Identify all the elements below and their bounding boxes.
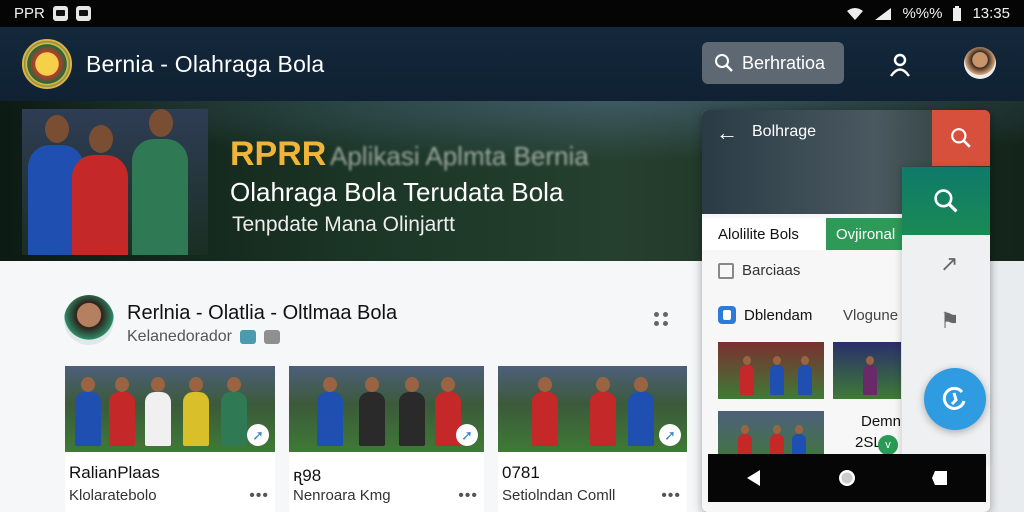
card-image: ➚ [498,366,687,452]
nav-recent-icon[interactable] [931,469,949,487]
hero-title: Olahraga Bola Terudata Bola [230,177,564,207]
app-bar: Bernia - Olahraga Bola Berhratioa [0,27,1024,101]
status-bar: PPR %%% 13:35 [0,0,1024,27]
app-logo [22,39,72,89]
hero-subtitle: Tenpdate Mana Olinjartt [232,213,455,236]
author-title[interactable]: Rerlnia - Olatlia - Oltlmaa Bola [127,302,397,325]
panel-title: Bolhrage [752,123,817,140]
card-title: 0781 [502,463,540,482]
bookmark-icon[interactable]: ⚑ [940,308,960,334]
video-icon [718,306,736,324]
panel-item-label: Dblendam [744,306,813,324]
tag-icon [239,330,256,344]
card-more-icon[interactable]: ••• [249,487,269,505]
share-icon[interactable]: ➚ [659,424,681,446]
card-image: ➚ [65,366,275,452]
battery-icon [953,5,962,21]
status-time: 13:35 [972,5,1010,22]
panel-search-button[interactable] [932,110,990,166]
more-icon[interactable] [654,312,670,328]
hero-tagline: Aplikasi Aplmta Bernia [330,141,589,171]
panel-item-side: Vlogune [843,307,899,324]
card-subtitle: Klolaratebolo [69,487,157,504]
card-more-icon[interactable]: ••• [458,487,478,505]
author-subtitle: Kelanedorador [127,328,232,345]
trend-icon[interactable]: ↗ [940,251,958,277]
tab-ovjironal[interactable]: Ovjironal [826,218,902,250]
card-title: RalianPlaas [69,463,160,482]
video-thumbnail[interactable] [833,342,901,399]
share-icon[interactable]: ➚ [247,424,269,446]
author-avatar[interactable] [64,295,114,345]
panel-item-dblendam[interactable]: Dblendam [718,306,812,324]
card-title: ꭆ98 [293,466,322,485]
card-subtitle: Nenroara Kmg [293,487,391,504]
refresh-icon [942,386,966,410]
app-title: Bernia - Olahraga Bola [86,50,325,77]
nav-back-icon[interactable] [745,469,763,487]
share-icon[interactable]: ➚ [456,424,478,446]
panel-tabs: Alolilite Bols Ovjironal [702,218,902,250]
author-meta: Kelanedorador [127,328,280,346]
notification-icon-2 [75,6,91,21]
video-thumbnail[interactable] [718,342,824,399]
user-avatar[interactable] [964,47,996,79]
panel-item-label: Barciaas [742,262,801,279]
rail-search-button[interactable] [902,167,990,235]
wifi-icon [847,7,864,20]
news-card[interactable]: ➚ RalianPlaas Klolaratebolo ••• [65,366,275,512]
system-nav-bar [708,454,986,502]
signal-icon [875,7,892,20]
news-card[interactable]: ➚ 0781 Setiolndan Comll ••• [498,366,687,512]
search-icon [715,54,733,72]
hero-brand: RPRR [230,135,327,173]
card-subtitle: Setiolndan Comll [502,487,616,504]
status-left-text: PPR [14,5,45,22]
tab-alolilite[interactable]: Alolilite Bols [702,218,826,250]
news-card[interactable]: ➚ ꭆ98 Nenroara Kmg ••• [289,366,484,512]
search-button[interactable]: Berhratioa [702,42,844,84]
tag-icon-2 [263,330,280,344]
panel-item-barciaas[interactable]: Barciaas [718,262,800,279]
card-more-icon[interactable]: ••• [661,487,681,505]
search-label: Berhratioa [742,52,826,73]
hero-players-image [22,109,208,255]
notification-icon [52,6,68,21]
badge-icon: v [878,435,898,455]
status-right-text: %%% [902,5,943,22]
search-icon [951,128,971,148]
edit-icon [718,262,734,279]
search-icon [934,189,958,213]
card-image: ➚ [289,366,484,452]
profile-icon[interactable] [886,51,914,79]
main-content: Rerlnia - Olatlia - Oltlmaa Bola Kelaned… [0,261,704,512]
nav-home-icon[interactable] [837,468,857,488]
back-arrow-icon[interactable]: ← [716,120,738,146]
refresh-fab[interactable] [924,368,986,430]
